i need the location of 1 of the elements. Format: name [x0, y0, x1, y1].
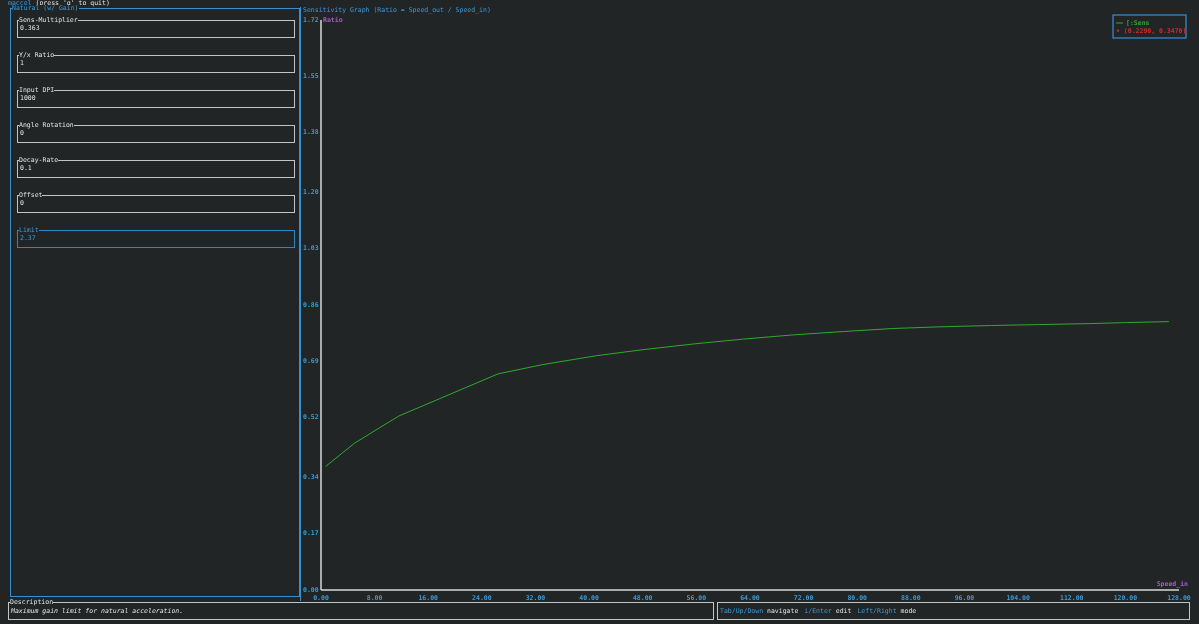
legend-line-icon: [1115, 22, 1124, 24]
